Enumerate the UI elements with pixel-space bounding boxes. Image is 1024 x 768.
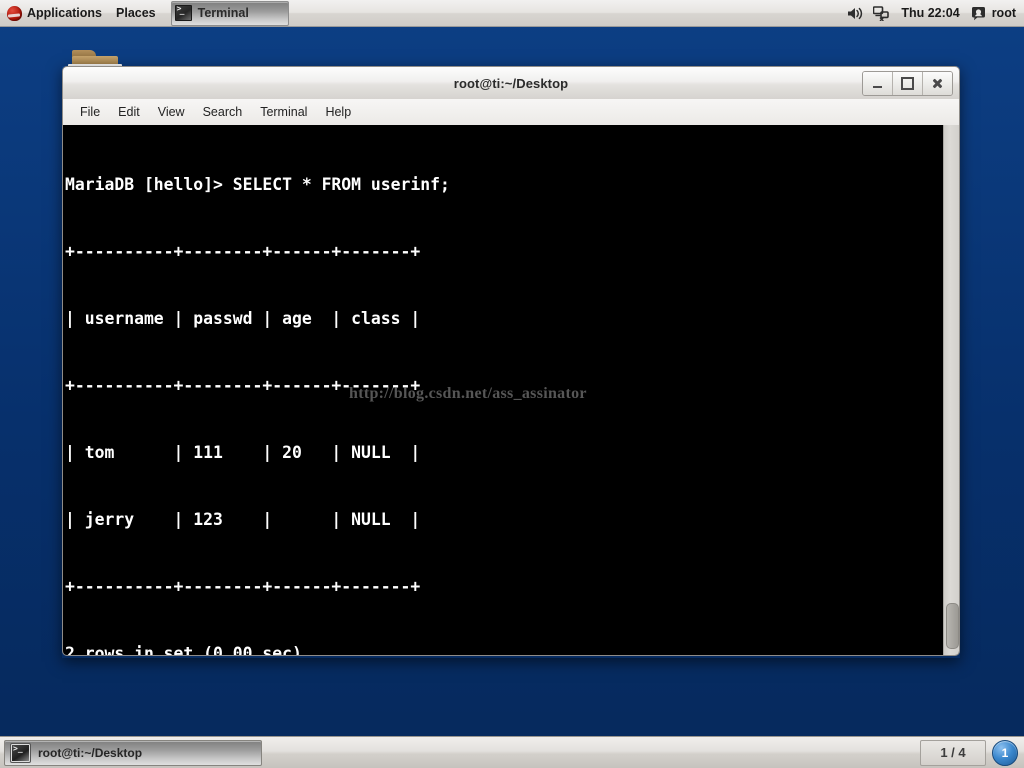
- workspace-switcher-label: 1 / 4: [940, 745, 966, 760]
- terminal-line: +----------+--------+------+-------+: [65, 241, 421, 261]
- taskbar-item-label: root@ti:~/Desktop: [38, 745, 143, 760]
- panel-task-terminal-label: Terminal: [197, 6, 249, 20]
- minimize-button[interactable]: [863, 72, 893, 95]
- maximize-button[interactable]: [893, 72, 923, 95]
- maximize-icon: [901, 77, 914, 90]
- user-menu[interactable]: root: [971, 6, 1016, 21]
- menu-item-file[interactable]: File: [71, 102, 109, 122]
- close-icon: [932, 78, 943, 89]
- workspace-badge-label: 1: [1001, 745, 1009, 760]
- terminal-line: +----------+--------+------+-------+: [65, 576, 421, 596]
- user-icon: [971, 6, 985, 20]
- redhat-icon: [7, 5, 22, 21]
- terminal-scrollbar[interactable]: [943, 125, 959, 655]
- volume-button[interactable]: [847, 6, 864, 21]
- places-menu[interactable]: Places: [109, 0, 163, 26]
- terminal-body[interactable]: MariaDB [hello]> SELECT * FROM userinf; …: [62, 125, 960, 656]
- bottom-panel: root@ti:~/Desktop 1 / 4 1: [0, 736, 1024, 768]
- minimize-icon: [873, 85, 882, 88]
- terminal-icon: [174, 4, 192, 21]
- terminal-output[interactable]: MariaDB [hello]> SELECT * FROM userinf; …: [63, 125, 943, 655]
- menu-item-terminal[interactable]: Terminal: [251, 102, 316, 122]
- places-menu-label: Places: [116, 6, 156, 20]
- top-panel: Applications Places Terminal: [0, 0, 1024, 27]
- user-menu-label: root: [991, 6, 1016, 20]
- network-button[interactable]: [873, 5, 890, 21]
- workspace-badge[interactable]: 1: [992, 739, 1018, 766]
- desktop-root: Applications Places Terminal: [0, 0, 1024, 768]
- panel-task-terminal[interactable]: Terminal: [170, 0, 289, 26]
- menu-item-help[interactable]: Help: [316, 102, 360, 122]
- system-tray: Thu 22:04 root: [847, 0, 1024, 27]
- panel-window-list: Terminal: [163, 0, 848, 27]
- menu-item-edit[interactable]: Edit: [109, 102, 149, 122]
- applications-menu[interactable]: Applications: [0, 0, 109, 26]
- taskbar-item-terminal[interactable]: root@ti:~/Desktop: [4, 739, 262, 766]
- terminal-line: MariaDB [hello]> SELECT * FROM userinf;: [65, 174, 450, 194]
- terminal-line: +----------+--------+------+-------+: [65, 375, 421, 395]
- window-controls: [862, 71, 953, 96]
- window-menubar: File Edit View Search Terminal Help: [62, 99, 960, 125]
- bottom-panel-right: 1 / 4 1: [920, 737, 1024, 768]
- applications-menu-label: Applications: [27, 6, 103, 20]
- terminal-line: | username | passwd | age | class |: [65, 308, 421, 328]
- terminal-icon: [10, 742, 31, 763]
- terminal-scrollbar-thumb[interactable]: [946, 603, 959, 649]
- network-disconnected-icon: [873, 5, 890, 21]
- close-button[interactable]: [923, 72, 952, 95]
- menu-item-search[interactable]: Search: [194, 102, 252, 122]
- window-titlebar[interactable]: root@ti:~/Desktop: [62, 66, 960, 99]
- speaker-icon: [848, 7, 863, 19]
- terminal-line: | tom | 111 | 20 | NULL |: [65, 442, 421, 462]
- menu-item-view[interactable]: View: [149, 102, 194, 122]
- workspace-switcher[interactable]: 1 / 4: [920, 739, 986, 766]
- terminal-line: | jerry | 123 | | NULL |: [65, 509, 421, 529]
- clock[interactable]: Thu 22:04: [899, 6, 961, 20]
- terminal-line: 2 rows in set (0.00 sec): [65, 643, 302, 655]
- terminal-window: root@ti:~/Desktop File Edit View Search …: [62, 66, 960, 658]
- window-title: root@ti:~/Desktop: [453, 75, 569, 91]
